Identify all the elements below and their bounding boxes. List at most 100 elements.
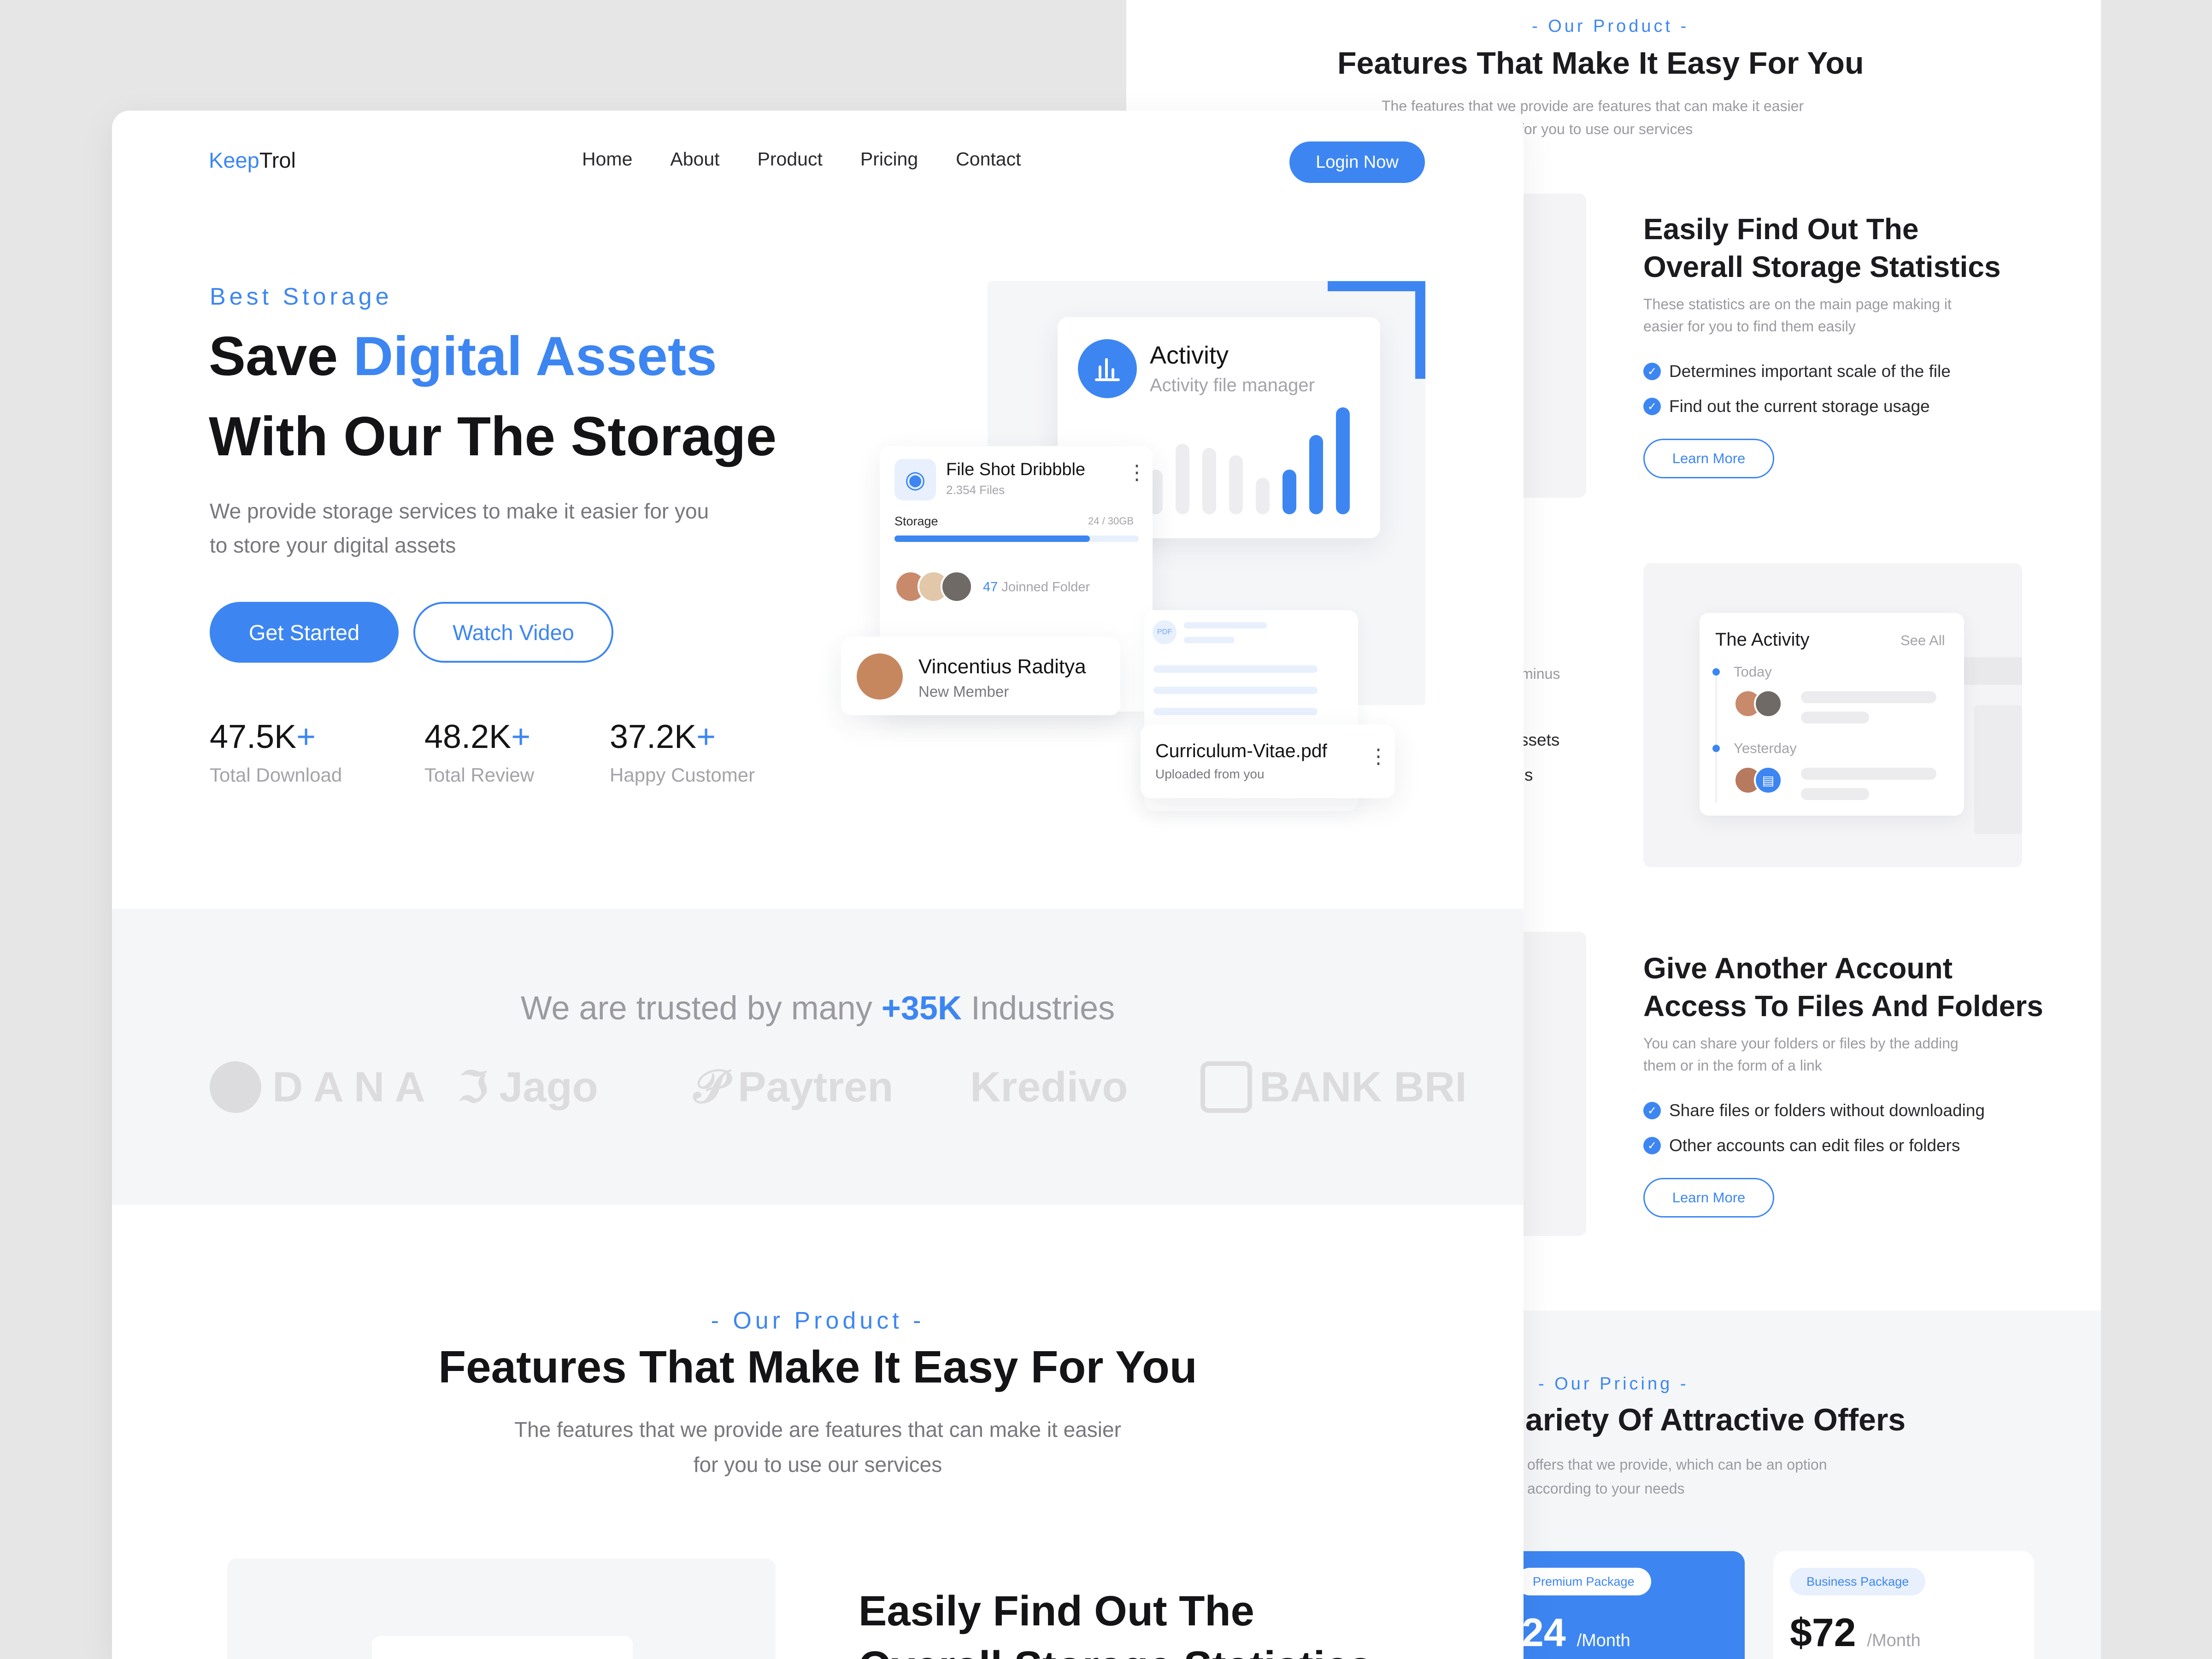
pricing-tagline: - Our Pricing -: [1538, 1374, 1689, 1394]
placeholder-line: [1184, 637, 1235, 643]
landing-page: KeepTrol Home About Product Pricing Cont…: [112, 111, 1524, 1659]
brand-paytren: 𝒫 Paytren: [694, 1057, 894, 1117]
joined-folder-text: 47 Joinned Folder: [983, 580, 1090, 594]
dana-logo-icon: [210, 1061, 261, 1113]
activity-widget-title: The Activity: [1715, 629, 1810, 650]
hero-eyebrow: Best Storage: [210, 283, 393, 310]
business-package-badge: Business Package: [1790, 1568, 1926, 1595]
product-section-desc-2: for you to use our services: [1520, 121, 1693, 137]
premium-price: 24 /Month: [1522, 1611, 1630, 1655]
activity-subtitle: Activity file manager: [1150, 375, 1315, 395]
file-card-count: 2.354 Files: [946, 483, 1005, 497]
chart-icon: [1078, 339, 1137, 398]
timeline-dot: [1712, 668, 1720, 676]
placeholder-line: [1801, 788, 1869, 800]
business-package-card[interactable]: Business Package $72 /Month: [1773, 1551, 2034, 1659]
see-all-link[interactable]: See All: [1900, 632, 1945, 649]
brand-logo[interactable]: KeepTrol: [209, 147, 296, 173]
trusted-section: We are trusted by many +35K Industries D…: [112, 909, 1524, 1205]
feature-2-title: Give Another Account Access To Files And…: [1643, 952, 2043, 1023]
main-nav: Home About Product Pricing Contact: [582, 148, 1021, 170]
hero-title: Save Digital Assets With Our The Storage: [209, 325, 777, 467]
stat-reviews: 48.2K+ Total Review: [424, 718, 535, 786]
pdf-badge: PDF: [1153, 620, 1177, 644]
product-tagline: - Our Product -: [711, 1307, 925, 1334]
nav-product[interactable]: Product: [758, 148, 823, 170]
member-avatar: [857, 653, 903, 700]
bri-logo-icon: [1200, 1061, 1252, 1113]
stat-customers: 37.2K+ Happy Customer: [610, 718, 755, 786]
feature-title: Easily Find Out The Overall Storage Stat…: [859, 1588, 1372, 1659]
pricing-desc-1: offers that we provide, which can be an …: [1527, 1456, 1827, 1473]
check-item: ✓ Determines important scale of the file: [1643, 359, 1951, 384]
check-icon: ✓: [1643, 363, 1661, 380]
check-item: ✓ Find out the current storage usage: [1643, 394, 1951, 419]
member-role: New Member: [918, 683, 1009, 700]
pdf-file-sub: Uploaded from you: [1155, 767, 1265, 781]
premium-package-badge: Premium Package: [1516, 1568, 1651, 1595]
check-icon: ✓: [1643, 398, 1661, 415]
placeholder-line: [1801, 712, 1869, 724]
jago-logo-icon: ℑ: [459, 1064, 488, 1111]
check-item: ✓ Other accounts can edit files or folder…: [1643, 1133, 1985, 1159]
avatar: [941, 571, 973, 603]
timeline-line: [1715, 669, 1717, 803]
activity-bar: [1336, 407, 1350, 514]
product-section-title: Features That Make It Easy For You: [1337, 46, 1864, 81]
nav-home[interactable]: Home: [582, 148, 632, 170]
yesterday-label: Yesterday: [1734, 740, 1797, 756]
nav-contact[interactable]: Contact: [956, 148, 1021, 170]
activity-bar: [1202, 448, 1216, 514]
pricing-desc-2: according to your needs: [1527, 1480, 1685, 1497]
partial-check: s: [1524, 765, 1533, 784]
placeholder-line: [1184, 622, 1267, 629]
placeholder-line: [1801, 691, 1936, 703]
partial-check: ssets: [1520, 730, 1560, 749]
activity-bar: [1176, 444, 1189, 514]
get-started-button[interactable]: Get Started: [210, 602, 399, 663]
check-icon: ✓: [1643, 1102, 1661, 1119]
nav-pricing[interactable]: Pricing: [860, 148, 918, 170]
pdf-file-card[interactable]: Curriculum-Vitae.pdf Uploaded from you ⋮: [1141, 724, 1395, 798]
nav-about[interactable]: About: [670, 148, 719, 170]
learn-more-button[interactable]: Learn More: [1643, 439, 1774, 478]
member-card: Vincentius Raditya New Member: [841, 637, 1120, 715]
activity-bar: [1256, 478, 1270, 514]
brand-kredivo: Kredivo: [970, 1063, 1128, 1111]
activity-bar: [1229, 455, 1243, 514]
member-name: Vincentius Raditya: [918, 655, 1086, 678]
hero-desc: We provide storage services to make it e…: [210, 499, 709, 557]
timeline-dot: [1712, 745, 1720, 752]
file-icon: ▤: [1754, 766, 1783, 794]
feature-2-desc: You can share your folders or files by t…: [1643, 1035, 1959, 1074]
more-icon[interactable]: ⋮: [1127, 463, 1147, 483]
avatar: [1754, 689, 1783, 718]
watch-video-button[interactable]: Watch Video: [413, 602, 613, 663]
storage-label: Storage: [894, 514, 938, 528]
illustration-card: [372, 1636, 633, 1659]
more-icon[interactable]: ⋮: [1368, 747, 1388, 767]
feature-1-title: Easily Find Out The Overall Storage Stat…: [1643, 212, 2001, 283]
brand-dana: DANA: [210, 1057, 435, 1117]
placeholder-line: [1153, 708, 1318, 715]
activity-widget: The Activity See All Today Yesterday ▤: [1700, 613, 1964, 816]
feature-2-checklist: ✓ Share files or folders without download…: [1643, 1098, 1985, 1159]
file-card-name: File Shot Dribbble: [946, 460, 1086, 479]
pdf-file-name: Curriculum-Vitae.pdf: [1155, 740, 1327, 761]
stat-downloads: 47.5K+ Total Download: [210, 718, 342, 786]
login-button[interactable]: Login Now: [1289, 141, 1425, 183]
activity-bar: [1282, 470, 1296, 514]
placeholder-line: [1153, 665, 1318, 673]
activity-bar: [1309, 435, 1323, 514]
activity-title: Activity: [1150, 341, 1229, 369]
dribbble-icon: ◉: [894, 459, 936, 500]
feature-1-checklist: ✓ Determines important scale of the file …: [1643, 359, 1951, 419]
business-price: $72 /Month: [1790, 1611, 1921, 1655]
feature-1-desc: These statistics are on the main page ma…: [1643, 296, 1952, 335]
premium-package-card[interactable]: Premium Package 24 /Month: [1500, 1551, 1745, 1659]
check-icon: ✓: [1643, 1137, 1661, 1154]
product-title: Features That Make It Easy For You: [438, 1341, 1197, 1392]
learn-more-button[interactable]: Learn More: [1643, 1178, 1774, 1218]
check-item: ✓ Share files or folders without download…: [1643, 1098, 1985, 1124]
trusted-headline: We are trusted by many +35K Industries: [520, 990, 1115, 1027]
